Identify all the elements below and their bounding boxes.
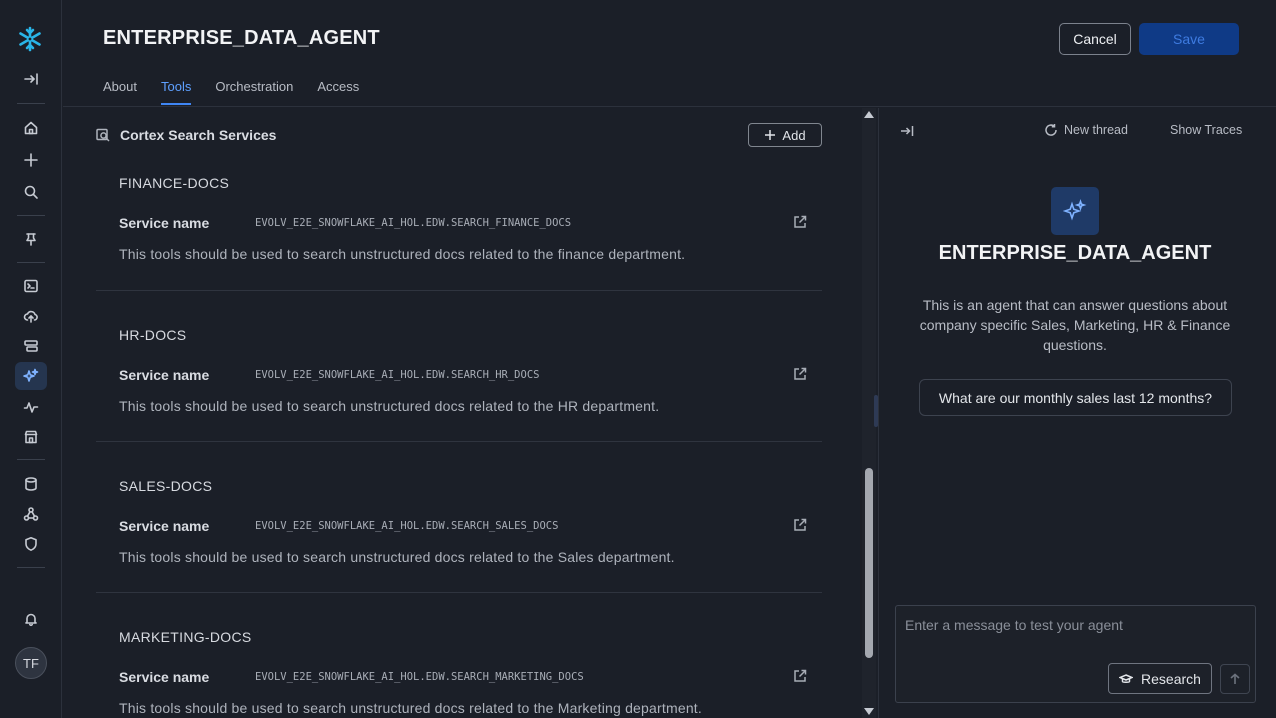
service-title: SALES-DOCS bbox=[119, 478, 213, 494]
marketplace-icon[interactable] bbox=[15, 423, 47, 451]
service-name-label: Service name bbox=[119, 367, 210, 383]
plus-icon[interactable] bbox=[15, 146, 47, 174]
agent-title: ENTERPRISE_DATA_AGENT bbox=[938, 242, 1212, 264]
tab-about[interactable]: About bbox=[103, 79, 137, 105]
suggested-question-button[interactable]: What are our monthly sales last 12 month… bbox=[919, 379, 1232, 416]
tab-orchestration[interactable]: Orchestration bbox=[215, 79, 293, 105]
service-description: This tools should be used to search unst… bbox=[119, 398, 660, 414]
refresh-icon bbox=[1045, 124, 1057, 136]
service-card-hr: HR-DOCS Service name EVOLV_E2E_SNOWFLAKE… bbox=[96, 291, 822, 442]
collapse-panel-icon[interactable] bbox=[900, 124, 914, 143]
tab-bar: About Tools Orchestration Access bbox=[103, 79, 359, 105]
external-link-icon[interactable] bbox=[793, 215, 809, 231]
plus-icon bbox=[765, 130, 776, 140]
agent-description: This is an agent that can answer questio… bbox=[919, 297, 1231, 353]
search-icon[interactable] bbox=[15, 178, 47, 206]
new-thread-button[interactable]: New thread bbox=[1044, 123, 1128, 137]
agent-avatar bbox=[1051, 187, 1099, 235]
network-icon[interactable] bbox=[15, 500, 47, 528]
pin-icon[interactable] bbox=[15, 225, 47, 253]
arrow-up-icon bbox=[1230, 673, 1240, 684]
ai-sparkle-icon bbox=[1063, 199, 1087, 221]
save-button[interactable]: Save bbox=[1139, 23, 1239, 55]
app-window: TF ENTERPRISE_DATA_AGENT About Tools Orc… bbox=[0, 0, 1276, 718]
page-header: ENTERPRISE_DATA_AGENT About Tools Orches… bbox=[63, 0, 1276, 107]
service-id: EVOLV_E2E_SNOWFLAKE_AI_HOL.EDW.SEARCH_FI… bbox=[255, 217, 572, 229]
scroll-down-arrow[interactable] bbox=[864, 708, 874, 715]
graduation-cap-icon bbox=[1119, 673, 1134, 683]
service-description: This tools should be used to search unst… bbox=[119, 700, 702, 716]
snowflake-logo[interactable] bbox=[17, 26, 43, 52]
home-icon[interactable] bbox=[15, 114, 47, 142]
ai-sparkle-icon[interactable] bbox=[15, 362, 47, 390]
service-description: This tools should be used to search unst… bbox=[119, 246, 686, 262]
left-nav-rail: TF bbox=[0, 0, 62, 718]
research-label: Research bbox=[1141, 670, 1201, 687]
user-avatar[interactable]: TF bbox=[15, 647, 47, 679]
add-service-button[interactable]: Add bbox=[748, 123, 822, 147]
shield-icon[interactable] bbox=[15, 530, 47, 558]
tab-tools[interactable]: Tools bbox=[160, 79, 192, 105]
scroll-up-arrow[interactable] bbox=[864, 111, 874, 118]
external-link-icon[interactable] bbox=[793, 518, 809, 534]
show-traces-button[interactable]: Show Traces bbox=[1170, 123, 1242, 137]
service-id: EVOLV_E2E_SNOWFLAKE_AI_HOL.EDW.SEARCH_HR… bbox=[255, 369, 540, 381]
rail-divider bbox=[17, 567, 45, 568]
tools-content: Cortex Search Services Add FINANCE-DOCS … bbox=[63, 108, 861, 718]
external-link-icon[interactable] bbox=[793, 669, 809, 685]
expand-sidebar-icon[interactable] bbox=[15, 65, 47, 93]
add-label: Add bbox=[782, 127, 806, 143]
cloud-upload-icon[interactable] bbox=[15, 302, 47, 330]
rail-divider bbox=[17, 215, 45, 216]
rail-divider bbox=[17, 459, 45, 460]
section-title: Cortex Search Services bbox=[120, 127, 277, 143]
message-composer[interactable]: Enter a message to test your agent Resea… bbox=[895, 605, 1256, 703]
service-title: MARKETING-DOCS bbox=[119, 629, 252, 645]
data-products-icon[interactable] bbox=[15, 332, 47, 360]
service-card-marketing: MARKETING-DOCS Service name EVOLV_E2E_SN… bbox=[96, 593, 822, 718]
section-header: Cortex Search Services bbox=[96, 127, 276, 143]
agent-test-panel: New thread Show Traces ENTERPRISE_DATA_A… bbox=[878, 108, 1276, 718]
service-title: FINANCE-DOCS bbox=[119, 175, 230, 191]
service-card-finance: FINANCE-DOCS Service name EVOLV_E2E_SNOW… bbox=[96, 158, 822, 291]
activity-icon[interactable] bbox=[15, 393, 47, 421]
rail-divider bbox=[17, 103, 45, 104]
service-card-sales: SALES-DOCS Service name EVOLV_E2E_SNOWFL… bbox=[96, 442, 822, 593]
database-icon[interactable] bbox=[15, 470, 47, 498]
search-service-icon bbox=[96, 128, 110, 142]
research-button[interactable]: Research bbox=[1108, 663, 1212, 694]
service-id: EVOLV_E2E_SNOWFLAKE_AI_HOL.EDW.SEARCH_SA… bbox=[255, 520, 559, 532]
service-title: HR-DOCS bbox=[119, 327, 187, 343]
send-button[interactable] bbox=[1220, 664, 1250, 694]
tab-access[interactable]: Access bbox=[317, 79, 359, 105]
service-name-label: Service name bbox=[119, 518, 210, 534]
service-name-label: Service name bbox=[119, 215, 210, 231]
page-title: ENTERPRISE_DATA_AGENT bbox=[103, 27, 380, 49]
cancel-button[interactable]: Cancel bbox=[1059, 23, 1131, 55]
rail-divider bbox=[17, 262, 45, 263]
bell-icon[interactable] bbox=[15, 605, 47, 633]
service-id: EVOLV_E2E_SNOWFLAKE_AI_HOL.EDW.SEARCH_MA… bbox=[255, 671, 584, 683]
message-input[interactable]: Enter a message to test your agent bbox=[905, 617, 1123, 633]
new-thread-label: New thread bbox=[1064, 123, 1128, 137]
scrollbar-thumb[interactable] bbox=[865, 468, 873, 658]
terminal-icon[interactable] bbox=[15, 272, 47, 300]
service-name-label: Service name bbox=[119, 669, 210, 685]
service-description: This tools should be used to search unst… bbox=[119, 549, 675, 565]
external-link-icon[interactable] bbox=[793, 367, 809, 383]
